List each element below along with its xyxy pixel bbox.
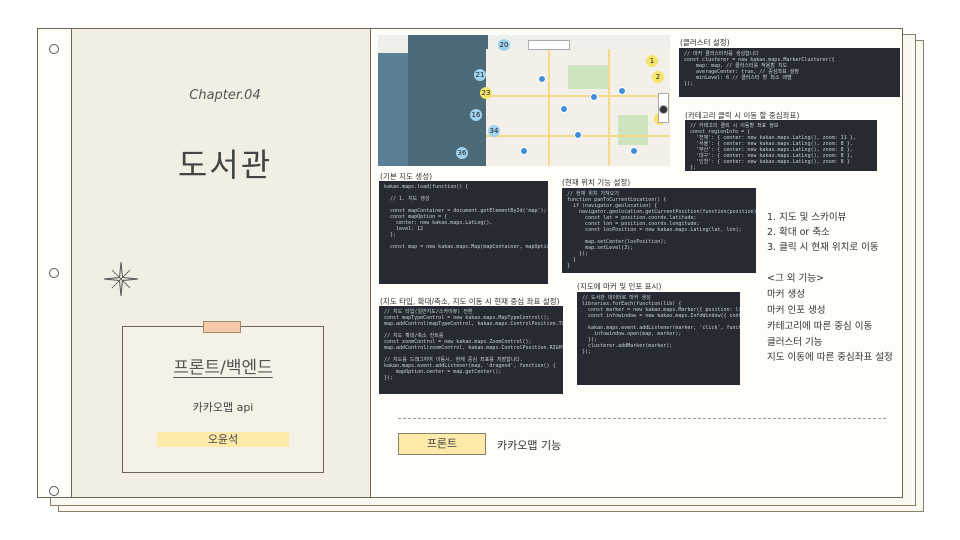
code-marker-info: // 도서관 데이터로 마커 생성 libraries.forEach(func…: [577, 292, 740, 385]
code-text: // 마커 클러스터러를 생성합니다 const clusterer = new…: [684, 51, 835, 87]
library-marker: [630, 147, 638, 155]
code-text: // 카테고리 클릭 시 이동할 좌표 정보 const regionInfo …: [690, 123, 856, 171]
author-name: 오윤석: [157, 432, 289, 447]
feature-item: 마커 생성: [767, 289, 805, 300]
library-marker: [538, 75, 546, 83]
code-text: // 도서관 데이터로 마커 생성 libraries.forEach(func…: [582, 295, 740, 355]
cluster-marker: 23: [480, 87, 492, 99]
chapter-label: Chapter.04: [189, 88, 261, 103]
binder-hole-icon: [49, 268, 59, 278]
feature-item: 1. 지도 및 스카이뷰: [767, 212, 847, 223]
map-skyview-area: [408, 35, 488, 166]
card-title: 프론트/백엔드: [173, 358, 273, 378]
feature-item: 지도 이동에 따른 중심좌표 설정: [767, 352, 893, 363]
cluster-marker: 2: [652, 71, 664, 83]
map-park: [568, 65, 608, 89]
binder-hole-icon: [49, 44, 59, 54]
map-road: [486, 95, 670, 97]
code-category: // 카테고리 클릭 시 이동할 좌표 정보 const regionInfo …: [685, 120, 877, 171]
library-marker: [520, 147, 528, 155]
code-text: kakao.maps.load(function() { // 1. 지도 생성…: [384, 184, 548, 250]
tape-tab: [203, 321, 241, 333]
section-badge: 프론트: [398, 433, 486, 455]
code-map-type: // 지도 타입(일반지도/스카이뷰) 전환 const mapTypeCont…: [379, 306, 563, 394]
feature-item: 마커 인포 생성: [767, 305, 826, 316]
cluster-marker: 36: [456, 147, 468, 159]
dashed-divider: [398, 418, 886, 419]
sparkle-icon: [103, 261, 139, 297]
cluster-marker: 21: [474, 69, 486, 81]
caption-cluster: (클러스터 설정): [680, 38, 730, 47]
library-marker: [574, 131, 582, 139]
cluster-marker: 20: [498, 39, 510, 51]
binding-line: [71, 28, 72, 498]
feature-item: 2. 확대 or 축소: [767, 227, 830, 238]
current-location-button[interactable]: [659, 105, 668, 114]
code-text: // 지도 타입(일반지도/스카이뷰) 전환 const mapTypeCont…: [384, 309, 563, 381]
map-type-control[interactable]: [528, 40, 570, 50]
map-park: [618, 115, 648, 145]
cluster-marker: 34: [488, 125, 500, 137]
code-text: // 현재 위치 가져오기 function panToCurrentLocat…: [567, 191, 756, 269]
map-road: [608, 49, 610, 166]
binder-hole-icon: [49, 486, 59, 496]
page-divider: [370, 28, 371, 498]
map-road: [548, 49, 550, 166]
page-title: 도서관: [177, 146, 273, 184]
code-current-position: // 현재 위치 가져오기 function panToCurrentLocat…: [562, 188, 756, 273]
other-features-title: <그 외 기능>: [767, 273, 824, 284]
cluster-marker: 1: [646, 55, 658, 67]
library-marker: [618, 87, 626, 95]
section-description: 카카오맵 기능: [497, 439, 562, 452]
card-subtitle: 카카오맵 api: [192, 401, 254, 414]
feature-item: 카테고리에 따른 중심 이동: [767, 321, 873, 332]
cluster-marker: 16: [470, 109, 482, 121]
library-marker: [590, 93, 598, 101]
code-cluster: // 마커 클러스터러를 생성합니다 const clusterer = new…: [679, 48, 900, 97]
library-marker: [560, 105, 568, 113]
kakao-map-screenshot: 21 23 16 34 1 2 3 36 20: [378, 35, 670, 166]
feature-item: 클러스터 기능: [767, 337, 823, 348]
feature-item: 3. 클릭 시 현재 위치로 이동: [767, 242, 879, 253]
caption-current-position: (현재 위치 기능 설정): [562, 178, 631, 187]
caption-marker-info: (지도에 마커 및 인포 표시): [577, 282, 662, 291]
code-basic-map: kakao.maps.load(function() { // 1. 지도 생성…: [379, 181, 548, 284]
